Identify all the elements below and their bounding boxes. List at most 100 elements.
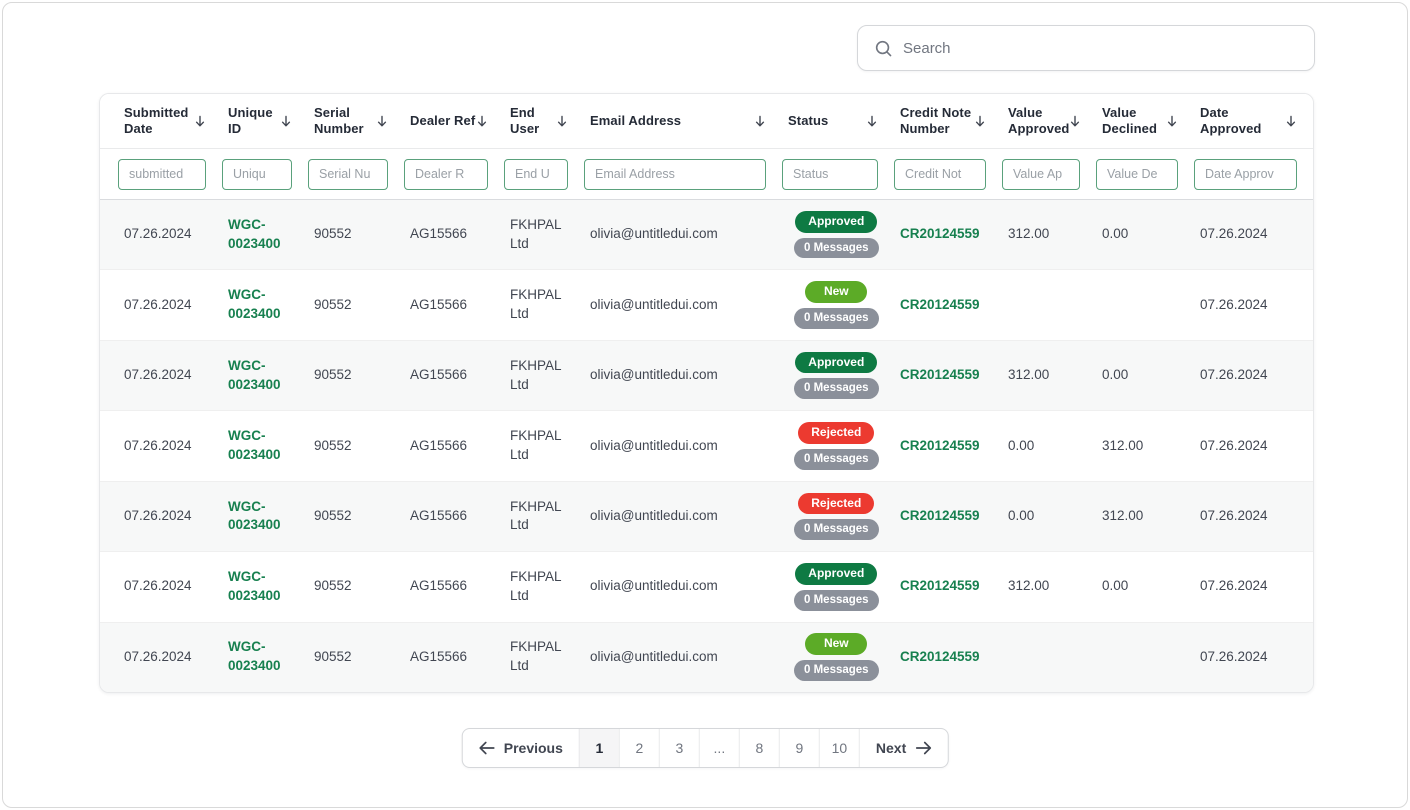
- column-label: Unique ID: [228, 105, 280, 138]
- cell-submitted-date: 07.26.2024: [118, 648, 222, 667]
- sort-icon[interactable]: [194, 115, 206, 128]
- cell-date-approved: 07.26.2024: [1194, 296, 1313, 315]
- cell-date-approved: 07.26.2024: [1194, 507, 1313, 526]
- column-label: Serial Number: [314, 105, 376, 138]
- sort-icon[interactable]: [476, 115, 488, 128]
- page-button-10[interactable]: 10: [819, 729, 859, 767]
- sort-icon[interactable]: [974, 115, 986, 128]
- sort-icon[interactable]: [1069, 115, 1081, 128]
- filter-value-declined[interactable]: [1096, 159, 1178, 190]
- sort-icon[interactable]: [376, 115, 388, 128]
- filter-end-user[interactable]: [504, 159, 568, 190]
- table-header-row: Submitted Date Unique ID Serial Number D…: [100, 94, 1313, 149]
- cell-credit-note-link[interactable]: CR20124559: [894, 296, 1002, 315]
- column-header-serial-number[interactable]: Serial Number: [308, 105, 404, 138]
- column-header-date-approved[interactable]: Date Approved: [1194, 105, 1313, 138]
- filter-value-approved[interactable]: [1002, 159, 1080, 190]
- cell-unique-id-link[interactable]: WGC-0023400: [222, 568, 308, 606]
- cell-unique-id-link[interactable]: WGC-0023400: [222, 357, 308, 395]
- cell-unique-id-link[interactable]: WGC-0023400: [222, 216, 308, 254]
- sort-icon[interactable]: [556, 115, 568, 128]
- filter-serial-number[interactable]: [308, 159, 388, 190]
- cell-credit-note-link[interactable]: CR20124559: [894, 225, 1002, 244]
- previous-page-button[interactable]: Previous: [463, 729, 579, 767]
- page-button-1[interactable]: 1: [579, 729, 619, 767]
- table-row: 07.26.2024 WGC-0023400 90552 AG15566 FKH…: [100, 622, 1313, 692]
- sort-icon[interactable]: [1285, 115, 1297, 128]
- cell-dealer-ref: AG15566: [404, 225, 504, 244]
- filter-status[interactable]: [782, 159, 878, 190]
- status-badge: Rejected: [798, 493, 874, 515]
- cell-value-approved: 312.00: [1002, 366, 1096, 385]
- page-button-2[interactable]: 2: [619, 729, 659, 767]
- column-label: Status: [788, 113, 828, 129]
- sort-icon[interactable]: [280, 115, 292, 128]
- filter-email-address[interactable]: [584, 159, 766, 190]
- cell-submitted-date: 07.26.2024: [118, 507, 222, 526]
- messages-badge[interactable]: 0 Messages: [794, 238, 879, 259]
- cell-unique-id-link[interactable]: WGC-0023400: [222, 286, 308, 324]
- column-label: Submitted Date: [124, 105, 194, 138]
- cell-serial-number: 90552: [308, 648, 404, 667]
- column-header-submitted-date[interactable]: Submitted Date: [118, 105, 222, 138]
- messages-badge[interactable]: 0 Messages: [794, 449, 879, 470]
- cell-unique-id-link[interactable]: WGC-0023400: [222, 427, 308, 465]
- cell-serial-number: 90552: [308, 296, 404, 315]
- filter-dealer-ref[interactable]: [404, 159, 488, 190]
- column-header-dealer-ref[interactable]: Dealer Ref: [404, 113, 504, 129]
- cell-submitted-date: 07.26.2024: [118, 437, 222, 456]
- table-row: 07.26.2024 WGC-0023400 90552 AG15566 FKH…: [100, 269, 1313, 339]
- page-button-8[interactable]: 8: [739, 729, 779, 767]
- cell-credit-note-link[interactable]: CR20124559: [894, 648, 1002, 667]
- column-header-status[interactable]: Status: [782, 113, 894, 129]
- cell-date-approved: 07.26.2024: [1194, 366, 1313, 385]
- cell-credit-note-link[interactable]: CR20124559: [894, 437, 1002, 456]
- cell-value-approved: 312.00: [1002, 577, 1096, 596]
- status-badge: Approved: [795, 563, 877, 585]
- next-page-button[interactable]: Next: [859, 729, 947, 767]
- sort-icon[interactable]: [866, 115, 878, 128]
- cell-unique-id-link[interactable]: WGC-0023400: [222, 638, 308, 676]
- search-input[interactable]: [903, 40, 1298, 57]
- previous-label: Previous: [504, 740, 563, 756]
- cell-credit-note-link[interactable]: CR20124559: [894, 366, 1002, 385]
- cell-credit-note-link[interactable]: CR20124559: [894, 577, 1002, 596]
- messages-badge[interactable]: 0 Messages: [794, 519, 879, 540]
- cell-email: olivia@untitledui.com: [584, 296, 782, 315]
- messages-badge[interactable]: 0 Messages: [794, 378, 879, 399]
- column-header-end-user[interactable]: End User: [504, 105, 584, 138]
- page-button-3[interactable]: 3: [659, 729, 699, 767]
- table-row: 07.26.2024 WGC-0023400 90552 AG15566 FKH…: [100, 410, 1313, 480]
- filter-credit-note-number[interactable]: [894, 159, 986, 190]
- table-row: 07.26.2024 WGC-0023400 90552 AG15566 FKH…: [100, 340, 1313, 410]
- filter-unique-id[interactable]: [222, 159, 292, 190]
- column-label: Credit Note Number: [900, 105, 974, 138]
- cell-dealer-ref: AG15566: [404, 507, 504, 526]
- sort-icon[interactable]: [754, 115, 766, 128]
- cell-dealer-ref: AG15566: [404, 366, 504, 385]
- cell-serial-number: 90552: [308, 366, 404, 385]
- cell-date-approved: 07.26.2024: [1194, 577, 1313, 596]
- cell-serial-number: 90552: [308, 437, 404, 456]
- page-button-9[interactable]: 9: [779, 729, 819, 767]
- arrow-left-icon: [479, 741, 495, 755]
- messages-badge[interactable]: 0 Messages: [794, 590, 879, 611]
- cell-email: olivia@untitledui.com: [584, 507, 782, 526]
- column-header-value-approved[interactable]: Value Approved: [1002, 105, 1096, 138]
- messages-badge[interactable]: 0 Messages: [794, 308, 879, 329]
- cell-credit-note-link[interactable]: CR20124559: [894, 507, 1002, 526]
- column-header-email-address[interactable]: Email Address: [584, 113, 782, 129]
- filter-submitted-date[interactable]: [118, 159, 206, 190]
- column-header-value-declined[interactable]: Value Declined: [1096, 105, 1194, 138]
- sort-icon[interactable]: [1166, 115, 1178, 128]
- cell-unique-id-link[interactable]: WGC-0023400: [222, 498, 308, 536]
- messages-badge[interactable]: 0 Messages: [794, 660, 879, 681]
- cell-end-user: FKHPAL Ltd: [504, 357, 584, 395]
- cell-dealer-ref: AG15566: [404, 296, 504, 315]
- cell-serial-number: 90552: [308, 507, 404, 526]
- column-header-credit-note-number[interactable]: Credit Note Number: [894, 105, 1002, 138]
- cell-serial-number: 90552: [308, 225, 404, 244]
- column-header-unique-id[interactable]: Unique ID: [222, 105, 308, 138]
- column-label: Date Approved: [1200, 105, 1285, 138]
- filter-date-approved[interactable]: [1194, 159, 1297, 190]
